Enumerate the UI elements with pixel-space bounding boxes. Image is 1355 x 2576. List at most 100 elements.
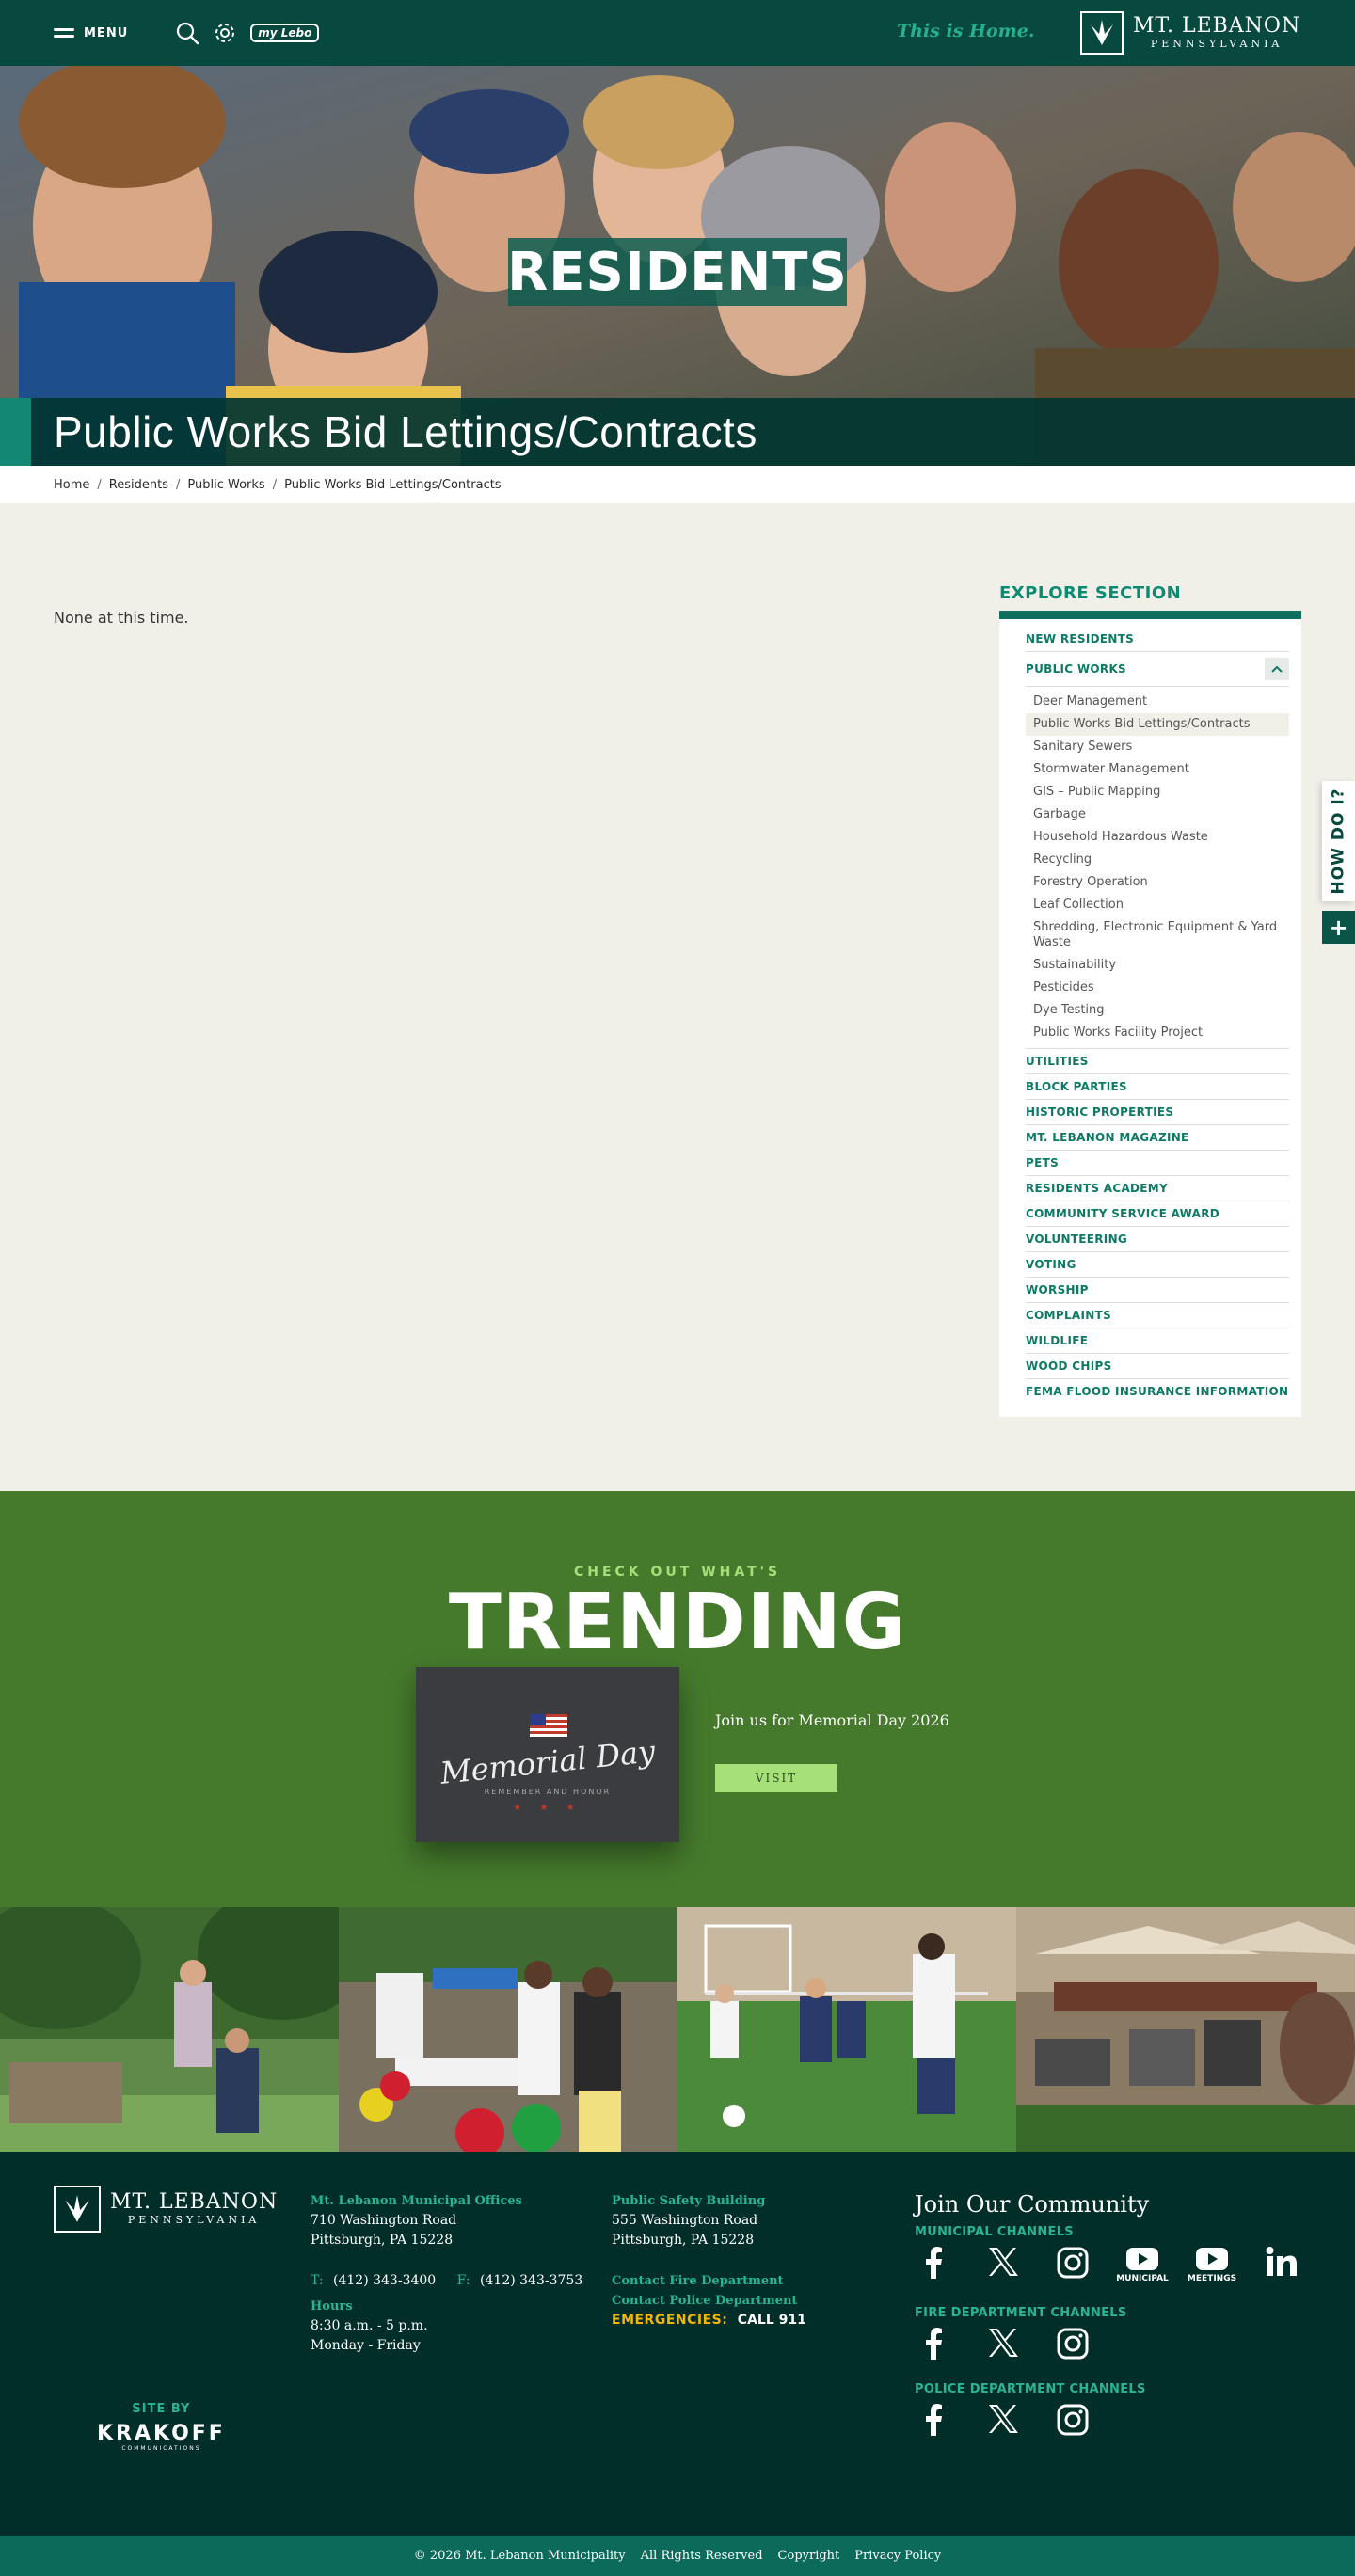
rights-text: All Rights Reserved bbox=[640, 2549, 763, 2563]
contact-police-link[interactable]: Contact Police Department bbox=[612, 2294, 797, 2308]
copyright-link[interactable]: Copyright bbox=[778, 2549, 840, 2563]
sidebar-item-community-service-award[interactable]: COMMUNITY SERVICE AWARD bbox=[1026, 1201, 1289, 1227]
sidebar-item-residents-academy[interactable]: RESIDENTS ACADEMY bbox=[1026, 1176, 1289, 1201]
footer-logo-line1: MT. LEBANON bbox=[110, 2190, 279, 2214]
photo-outdoor-dining bbox=[1016, 1907, 1355, 2152]
search-icon[interactable] bbox=[175, 21, 199, 45]
page-title: Public Works Bid Lettings/Contracts bbox=[54, 407, 757, 456]
youtube-municipal-icon[interactable]: MUNICIPAL bbox=[1116, 2247, 1169, 2283]
community-title: Join Our Community bbox=[915, 2191, 1150, 2218]
safety-heading: Public Safety Building bbox=[612, 2194, 766, 2208]
sidebar-item-volunteering[interactable]: VOLUNTEERING bbox=[1026, 1227, 1289, 1252]
plus-icon[interactable]: + bbox=[1322, 911, 1355, 944]
submenu-item-forestry-operation[interactable]: Forestry Operation bbox=[1026, 871, 1289, 894]
fax-value: (412) 343-3753 bbox=[480, 2273, 583, 2288]
breadcrumb-home[interactable]: Home bbox=[54, 478, 89, 492]
phone-link[interactable]: (412) 343-3400 bbox=[333, 2273, 436, 2288]
youtube-meetings-icon[interactable]: MEETINGS bbox=[1188, 2247, 1236, 2283]
sidebar-item-fema-flood-insurance-information[interactable]: FEMA FLOOD INSURANCE INFORMATION bbox=[1026, 1379, 1289, 1404]
police-instagram-icon[interactable] bbox=[1054, 2404, 1092, 2436]
chevron-up-icon[interactable] bbox=[1265, 658, 1289, 680]
site-by-sub: COMMUNICATIONS bbox=[121, 2445, 201, 2452]
explore-section-sidebar: EXPLORE SECTION NEW RESIDENTS PUBLIC WOR… bbox=[999, 583, 1301, 1417]
sidebar-item-utilities[interactable]: UTILITIES bbox=[1026, 1049, 1289, 1074]
fire-instagram-icon[interactable] bbox=[1054, 2328, 1092, 2360]
municipal-address1: 710 Washington Road bbox=[311, 2213, 457, 2228]
trending-section: CHECK OUT WHAT'S TRENDING Memorial Day R… bbox=[0, 1491, 1355, 1907]
site-by-name: KRAKOFF bbox=[97, 2422, 226, 2445]
tagline: This is Home. bbox=[897, 21, 1035, 41]
join-community: Join Our Community MUNICIPAL CHANNELS MU… bbox=[915, 2191, 1300, 2458]
submenu-item-pesticides[interactable]: Pesticides bbox=[1026, 977, 1289, 999]
submenu-item-sanitary-sewers[interactable]: Sanitary Sewers bbox=[1026, 736, 1289, 758]
instagram-icon[interactable] bbox=[1054, 2247, 1092, 2279]
sidebar-item-complaints[interactable]: COMPLAINTS bbox=[1026, 1303, 1289, 1328]
footer-logo-mark-icon bbox=[54, 2186, 101, 2233]
site-by-label: SITE BY bbox=[132, 2402, 191, 2416]
breadcrumb: Home / Residents / Public Works / Public… bbox=[0, 466, 1355, 503]
section-title: RESIDENTS bbox=[507, 238, 847, 306]
submenu-item-recycling[interactable]: Recycling bbox=[1026, 849, 1289, 871]
sidebar-item-block-parties[interactable]: BLOCK PARTIES bbox=[1026, 1074, 1289, 1100]
hamburger-icon bbox=[54, 28, 74, 38]
sidebar-title: EXPLORE SECTION bbox=[999, 583, 1182, 603]
privacy-policy-link[interactable]: Privacy Policy bbox=[854, 2549, 941, 2563]
card-subtitle: REMEMBER AND HONOR bbox=[484, 1788, 612, 1796]
sidebar-item-public-works[interactable]: PUBLIC WORKS bbox=[1026, 652, 1289, 687]
sidebar-item-mt-lebanon-magazine[interactable]: MT. LEBANON MAGAZINE bbox=[1026, 1125, 1289, 1151]
logo-mark-icon bbox=[1080, 11, 1124, 55]
gear-icon[interactable] bbox=[213, 21, 237, 45]
sidebar-item-wildlife[interactable]: WILDLIFE bbox=[1026, 1328, 1289, 1354]
submenu-item-gis-public-mapping[interactable]: GIS – Public Mapping bbox=[1026, 781, 1289, 803]
menu-label: MENU bbox=[84, 25, 129, 40]
police-channels-title: POLICE DEPARTMENT CHANNELS bbox=[915, 2382, 1146, 2396]
submenu-item-leaf-collection[interactable]: Leaf Collection bbox=[1026, 894, 1289, 916]
x-icon[interactable] bbox=[984, 2247, 1022, 2277]
submenu-item-stormwater-management[interactable]: Stormwater Management bbox=[1026, 758, 1289, 781]
mylebo-link[interactable]: my Lebo bbox=[250, 24, 320, 42]
breadcrumb-public-works[interactable]: Public Works bbox=[187, 478, 264, 492]
sidebar-item-new-residents[interactable]: NEW RESIDENTS bbox=[1026, 627, 1289, 652]
submenu-item-dye-testing[interactable]: Dye Testing bbox=[1026, 999, 1289, 1022]
fire-x-icon[interactable] bbox=[984, 2328, 1022, 2358]
police-facebook-icon[interactable] bbox=[915, 2404, 952, 2436]
submenu-item-deer-management[interactable]: Deer Management bbox=[1026, 691, 1289, 713]
photo-community-event bbox=[339, 1907, 678, 2152]
municipal-channels-title: MUNICIPAL CHANNELS bbox=[915, 2225, 1074, 2239]
facebook-icon[interactable] bbox=[915, 2247, 952, 2279]
site-header: MENU my Lebo This is Home. MT. LEBANON P… bbox=[0, 0, 1355, 66]
safety-address1: 555 Washington Road bbox=[612, 2213, 758, 2228]
breadcrumb-residents[interactable]: Residents bbox=[109, 478, 168, 492]
memorial-day-card[interactable]: Memorial Day REMEMBER AND HONOR ★ ★ ★ bbox=[416, 1667, 679, 1842]
footer-logo-line2: PENNSYLVANIA bbox=[127, 2214, 261, 2226]
submenu-item-public-works-facility-project[interactable]: Public Works Facility Project bbox=[1026, 1022, 1289, 1044]
site-logo[interactable]: MT. LEBANON PENNSYLVANIA bbox=[1080, 11, 1300, 55]
sidebar-item-pets[interactable]: PETS bbox=[1026, 1151, 1289, 1176]
fax-label: F: bbox=[456, 2273, 470, 2288]
police-x-icon[interactable] bbox=[984, 2404, 1022, 2434]
submenu-item-garbage[interactable]: Garbage bbox=[1026, 803, 1289, 826]
linkedin-icon[interactable] bbox=[1263, 2247, 1300, 2277]
phone-label: T: bbox=[311, 2273, 324, 2288]
hours-time: 8:30 a.m. - 5 p.m. bbox=[311, 2318, 428, 2333]
submenu-item-sustainability[interactable]: Sustainability bbox=[1026, 954, 1289, 977]
us-flag-icon bbox=[530, 1714, 567, 1737]
sidebar-item-historic-properties[interactable]: HISTORIC PROPERTIES bbox=[1026, 1100, 1289, 1125]
visit-button[interactable]: VISIT bbox=[715, 1764, 837, 1792]
submenu-item-shredding-electronic-equipment-yard-waste[interactable]: Shredding, Electronic Equipment & Yard W… bbox=[1026, 916, 1289, 954]
submenu-item-public-works-bid-lettings-contracts[interactable]: Public Works Bid Lettings/Contracts bbox=[1026, 713, 1289, 736]
logo-line1: MT. LEBANON bbox=[1133, 14, 1301, 38]
submenu-item-household-hazardous-waste[interactable]: Household Hazardous Waste bbox=[1026, 826, 1289, 849]
sidebar-item-voting[interactable]: VOTING bbox=[1026, 1252, 1289, 1278]
footer-logo[interactable]: MT. LEBANON PENNSYLVANIA bbox=[54, 2186, 278, 2233]
sidebar-item-wood-chips[interactable]: WOOD CHIPS bbox=[1026, 1354, 1289, 1379]
copyright-text: © 2026 Mt. Lebanon Municipality bbox=[413, 2549, 626, 2563]
photo-golf bbox=[0, 1907, 339, 2152]
site-by-credit[interactable]: SITE BY KRAKOFF COMMUNICATIONS bbox=[97, 2402, 226, 2452]
contact-fire-link[interactable]: Contact Fire Department bbox=[612, 2274, 784, 2288]
fire-facebook-icon[interactable] bbox=[915, 2328, 952, 2360]
how-do-i-tab[interactable]: HOW DO I? bbox=[1322, 781, 1355, 901]
menu-button[interactable]: MENU bbox=[54, 26, 128, 40]
bottom-bar: © 2026 Mt. Lebanon Municipality All Righ… bbox=[0, 2536, 1355, 2576]
sidebar-item-worship[interactable]: WORSHIP bbox=[1026, 1278, 1289, 1303]
